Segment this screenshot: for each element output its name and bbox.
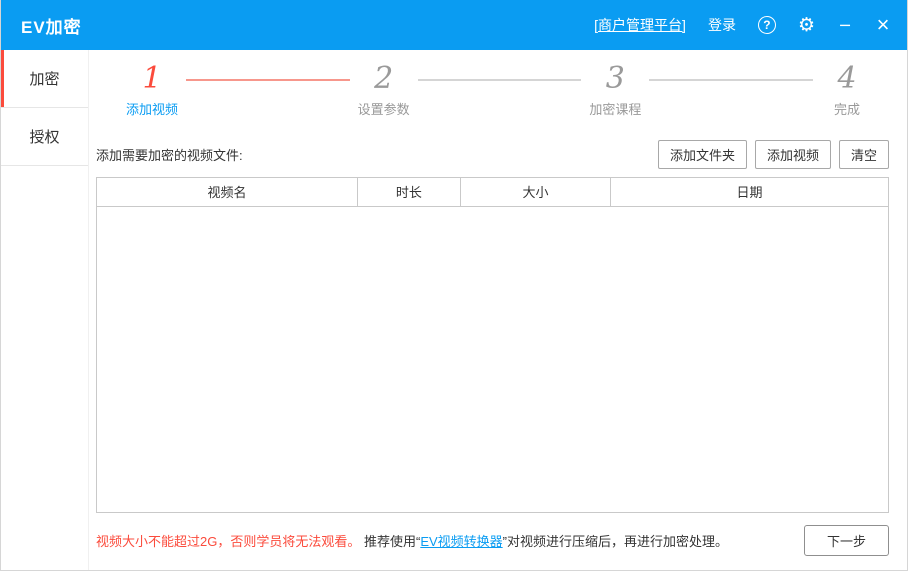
size-warning-text: 视频大小不能超过2G，否则学员将无法观看。 (96, 534, 360, 549)
step-connector-1 (186, 79, 350, 81)
step-3-label: 加密课程 (589, 99, 641, 118)
tip-suffix-text: ”对视频进行压缩后，再进行加密处理。 (503, 534, 728, 549)
column-header-size: 大小 (461, 178, 611, 206)
stepper: 1 添加视频 2 设置参数 3 加密课程 4 完成 (96, 50, 889, 116)
add-folder-button[interactable]: 添加文件夹 (658, 140, 747, 169)
tip-prefix-text: 推荐使用“ (364, 534, 420, 549)
video-table: 视频名 时长 大小 日期 (96, 177, 889, 513)
step-1-label: 添加视频 (126, 99, 178, 118)
table-body-empty (97, 207, 888, 512)
sidebar-item-authorize-label: 授权 (29, 126, 59, 147)
add-video-button[interactable]: 添加视频 (755, 140, 831, 169)
app-title: EV加密 (21, 13, 82, 38)
sidebar-item-encrypt[interactable]: 加密 (1, 50, 88, 108)
step-3-encrypt-course: 3 加密课程 (587, 62, 643, 118)
close-button[interactable]: × (875, 16, 891, 34)
active-tab-indicator (1, 50, 4, 107)
step-4-complete: 4 完成 (819, 62, 875, 118)
minimize-button[interactable]: ─ (837, 16, 853, 35)
step-3-number: 3 (606, 62, 625, 96)
step-connector-3 (649, 79, 813, 81)
footer: 视频大小不能超过2G，否则学员将无法观看。 推荐使用“EV视频转换器”对视频进行… (96, 525, 889, 556)
clear-button[interactable]: 清空 (839, 140, 889, 169)
table-header-row: 视频名 时长 大小 日期 (97, 178, 888, 207)
sidebar-item-encrypt-label: 加密 (29, 68, 59, 89)
sidebar-item-authorize[interactable]: 授权 (1, 108, 88, 166)
titlebar-actions: [商户管理平台] 登录 ? ⚙ ─ × (594, 14, 891, 36)
sidebar: 加密 授权 (1, 50, 89, 570)
column-header-date: 日期 (611, 178, 888, 206)
next-step-button[interactable]: 下一步 (804, 525, 889, 556)
step-2-set-params: 2 设置参数 (356, 62, 412, 118)
step-4-label: 完成 (834, 99, 860, 118)
step-connector-2 (418, 79, 582, 81)
column-header-video-name: 视频名 (97, 178, 358, 206)
titlebar: EV加密 [商户管理平台] 登录 ? ⚙ ─ × (1, 0, 907, 50)
footer-text: 视频大小不能超过2G，否则学员将无法观看。 推荐使用“EV视频转换器”对视频进行… (96, 531, 728, 550)
column-header-duration: 时长 (358, 178, 461, 206)
ev-converter-link[interactable]: EV视频转换器 (420, 534, 502, 549)
settings-gear-icon[interactable]: ⚙ (798, 14, 815, 36)
step-2-label: 设置参数 (358, 99, 410, 118)
step-2-number: 2 (374, 62, 393, 96)
step-1-number: 1 (142, 62, 161, 96)
app-window: EV加密 [商户管理平台] 登录 ? ⚙ ─ × 加密 授权 (0, 0, 908, 571)
merchant-platform-link[interactable]: [商户管理平台] (594, 15, 686, 35)
main-row: 加密 授权 1 添加视频 2 设置参数 (1, 50, 907, 570)
add-files-label: 添加需要加密的视频文件: (96, 145, 243, 164)
step-4-number: 4 (837, 62, 856, 96)
content-area: 1 添加视频 2 设置参数 3 加密课程 4 完成 (89, 50, 907, 570)
step-1-add-video: 1 添加视频 (124, 62, 180, 118)
toolbar-row: 添加需要加密的视频文件: 添加文件夹 添加视频 清空 (96, 140, 889, 169)
login-button[interactable]: 登录 (708, 15, 736, 35)
toolbar-buttons: 添加文件夹 添加视频 清空 (658, 140, 889, 169)
help-icon[interactable]: ? (758, 16, 776, 34)
